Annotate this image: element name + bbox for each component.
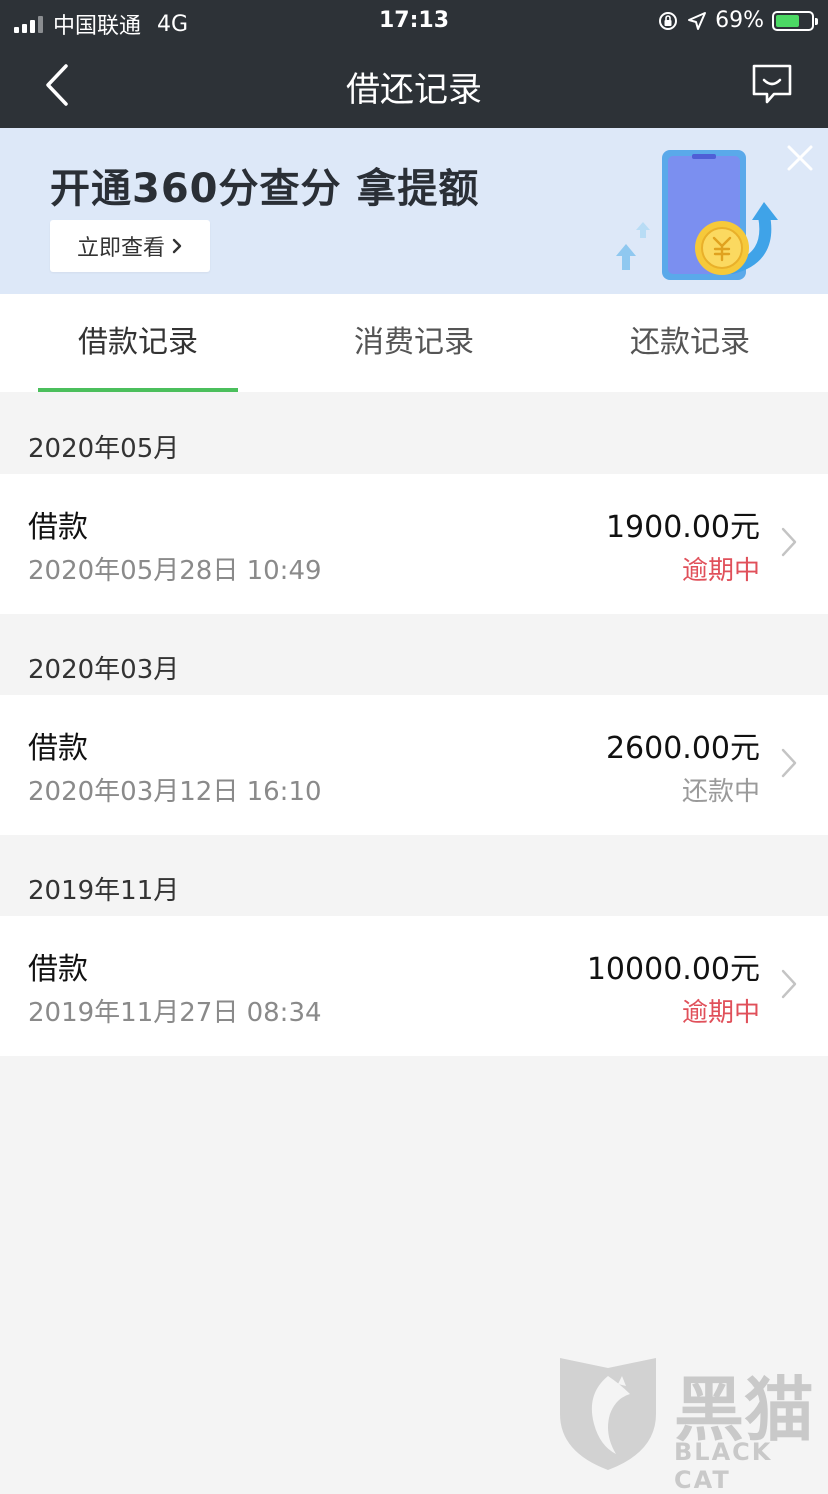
chevron-right-icon [781,748,797,778]
record-type: 借款 [28,510,88,545]
record-datetime: 2020年05月28日 10:49 [28,556,322,586]
record-datetime: 2020年03月12日 16:10 [28,777,322,807]
record-status: 还款中 [681,777,760,807]
phone-coin-illustration [616,150,778,280]
active-tab-indicator [38,388,238,392]
record-type: 借款 [28,731,88,766]
month-header: 2019年11月 [28,876,180,906]
chevron-right-icon [781,527,797,557]
loan-record-row[interactable]: 借款 2020年03月12日 16:10 2600.00元 还款中 [0,695,828,835]
header: 中国联通 4G 17:13 69% 借还记录 [0,0,828,128]
record-status: 逾期中 [681,556,760,586]
battery-charging-icon [772,10,818,31]
loan-record-row[interactable]: 借款 2019年11月27日 08:34 10000.00元 逾期中 [0,916,828,1056]
loan-record-row[interactable]: 借款 2020年05月28日 10:49 1900.00元 逾期中 [0,474,828,614]
black-cat-watermark: 黑猫 BLACK CAT [556,1354,828,1494]
tab-loan-records[interactable]: 借款记录 [0,294,276,392]
status-bar: 中国联通 4G 17:13 69% [0,0,828,42]
banner-title: 开通360分查分 拿提额 [50,166,480,212]
cat-shield-logo-icon [560,1358,656,1470]
nav-bar: 借还记录 [0,42,828,128]
view-now-button[interactable]: 立即查看 [50,220,210,272]
record-amount: 1900.00元 [605,510,760,545]
record-amount: 10000.00元 [586,952,760,987]
tab-spending-records[interactable]: 消费记录 [276,294,552,392]
page-title: 借还记录 [346,70,482,110]
chevron-right-icon [781,969,797,999]
month-header: 2020年03月 [28,655,180,685]
record-type: 借款 [28,952,88,987]
promo-banner[interactable]: 开通360分查分 拿提额 立即查看 [0,128,828,294]
chevron-right-icon [172,238,182,254]
view-now-label: 立即查看 [76,236,165,261]
record-tabs: 借款记录 消费记录 还款记录 [0,294,828,392]
month-header: 2020年05月 [28,434,180,464]
close-icon[interactable] [786,144,814,172]
watermark-text-en: BLACK CAT [674,1438,773,1494]
chat-bubble-icon[interactable] [750,62,794,106]
battery-percent: 69% [715,8,764,33]
record-amount: 2600.00元 [605,731,760,766]
orientation-lock-icon [659,11,678,30]
record-status: 逾期中 [681,998,760,1028]
tab-repayment-records[interactable]: 还款记录 [552,294,828,392]
location-icon [688,11,707,30]
record-datetime: 2019年11月27日 08:34 [28,998,322,1028]
